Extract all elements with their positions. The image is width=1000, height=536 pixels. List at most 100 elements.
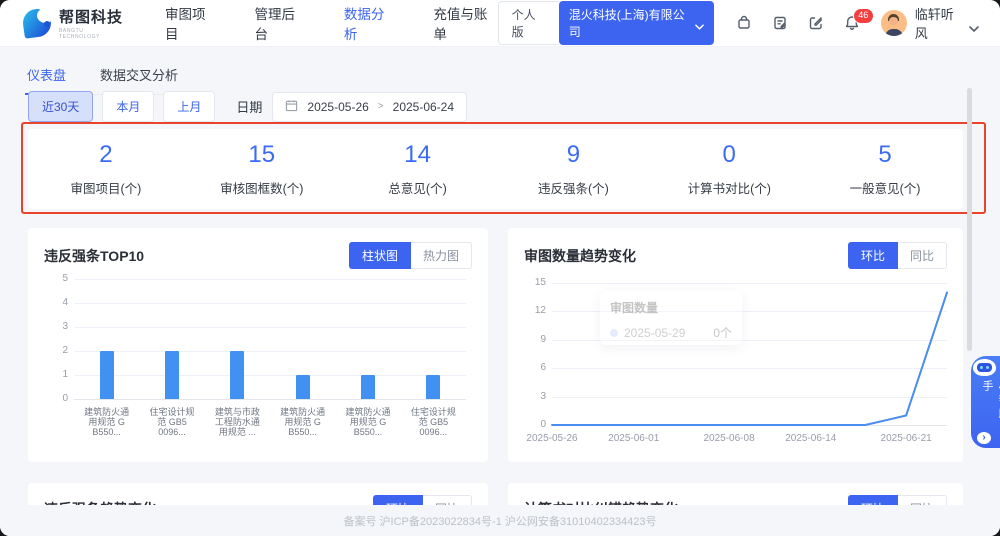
- stat-value: 0: [651, 141, 807, 169]
- quick-range-2[interactable]: 上月: [163, 91, 215, 122]
- bar-card-header: 违反强条TOP10 柱状图热力图: [28, 228, 488, 269]
- x-tick-label: 2025-06-08: [703, 433, 754, 444]
- stat-value: 9: [495, 141, 651, 169]
- chevron-down-icon: [695, 19, 704, 28]
- survey-icon[interactable]: [772, 15, 789, 32]
- y-tick-label: 2: [44, 345, 68, 356]
- nav-right: 个人版 混火科技(上海)有限公司 46: [498, 1, 978, 45]
- stat-item-5: 5一般意见(个): [807, 141, 963, 197]
- bar-chart: 012345建筑防火通用规范 GB550...住宅设计规范 GB50096...…: [44, 275, 472, 451]
- grid-line: [74, 375, 466, 376]
- stat-value: 14: [340, 141, 496, 169]
- notification-badge: 46: [853, 8, 874, 24]
- stat-label: 总意见(个): [340, 178, 496, 197]
- tab-dashboard[interactable]: 仪表盘: [25, 57, 68, 95]
- grid-line: [74, 279, 466, 280]
- bar[interactable]: [100, 351, 114, 399]
- x-tick-label: 2025-05-26: [526, 433, 577, 444]
- tooltip-value: 0个: [713, 324, 732, 341]
- stats-card: 2审图项目(个)15审核图框数(个)14总意见(个)9违反强条(个)0计算书对比…: [28, 129, 963, 209]
- stat-value: 5: [807, 141, 963, 169]
- scrollbar-thumb[interactable]: [967, 88, 972, 351]
- y-tick-label: 15: [524, 277, 546, 288]
- date-separator: >: [378, 101, 384, 112]
- grid-line: [74, 303, 466, 304]
- avatar: [881, 10, 907, 36]
- nav-menu: 审图项目管理后台数据分析充值与账单: [165, 3, 498, 43]
- grid-line: [74, 351, 466, 352]
- user-menu[interactable]: 临轩听风: [881, 4, 978, 42]
- bar-chart-card: 违反强条TOP10 柱状图热力图 012345建筑防火通用规范 GB550...…: [28, 228, 488, 462]
- quick-range-0[interactable]: 近30天: [28, 91, 93, 122]
- brand-text: 帮图科技 BANGTU TECHNOLOGY: [59, 6, 123, 40]
- stat-label: 审图项目(个): [28, 178, 184, 197]
- stat-item-3: 9 违反强条(个): [495, 141, 651, 197]
- x-tick-label: 建筑与市政工程防水通用规范 ...: [205, 407, 270, 437]
- x-tick-label: 2025-06-21: [881, 433, 932, 444]
- robot-icon: [973, 359, 996, 376]
- icon-row: 46: [736, 15, 861, 32]
- bar[interactable]: [361, 375, 375, 399]
- assistant-button[interactable]: 小帮助手 ›: [971, 356, 1000, 448]
- stat-item-0: 2 审图项目(个): [28, 141, 184, 197]
- bar-card-title: 违反强条TOP10: [44, 246, 144, 266]
- line-chart-toggle: 环比同比: [848, 242, 947, 269]
- tooltip-row: 2025-05-290个: [610, 324, 732, 341]
- quick-range-1[interactable]: 本月: [102, 91, 154, 122]
- tooltip-title: 审图数量: [610, 299, 732, 316]
- brand-name: 帮图科技: [59, 6, 123, 27]
- tab-cross-analysis[interactable]: 数据交叉分析: [98, 57, 180, 94]
- y-tick-label: 1: [44, 369, 68, 380]
- stat-label: 计算书对比(个): [651, 178, 807, 197]
- stat-value: 15: [184, 141, 340, 169]
- company-select[interactable]: 混火科技(上海)有限公司: [559, 1, 714, 45]
- quick-range-group: 近30天本月上月: [28, 91, 224, 122]
- edit-icon[interactable]: [808, 15, 825, 32]
- expand-arrow-icon: ›: [977, 432, 991, 444]
- company-name: 混火科技(上海)有限公司: [569, 6, 689, 40]
- brand-logo-icon: [22, 8, 52, 38]
- brand-subtitle: BANGTU TECHNOLOGY: [59, 28, 123, 40]
- toggle-option-1[interactable]: 同比: [898, 242, 947, 269]
- footer: 备案号 沪ICP备2023022834号-1 沪公网安备310104023344…: [0, 505, 1000, 536]
- nav-item-2[interactable]: 数据分析: [344, 3, 395, 43]
- brand[interactable]: 帮图科技 BANGTU TECHNOLOGY: [22, 6, 123, 40]
- y-tick-label: 12: [524, 305, 546, 316]
- y-tick-label: 3: [524, 391, 546, 402]
- date-start: 2025-05-26: [307, 100, 368, 114]
- line-chart-card: 审图数量趋势变化 环比同比 036912152025-05-262025-06-…: [508, 228, 963, 462]
- navbar: 帮图科技 BANGTU TECHNOLOGY 审图项目管理后台数据分析充值与账单…: [0, 0, 1000, 47]
- nav-item-1[interactable]: 管理后台: [254, 3, 305, 43]
- x-tick-label: 住宅设计规范 GB50096...: [139, 407, 204, 437]
- date-range-picker[interactable]: 2025-05-26 > 2025-06-24: [272, 92, 467, 122]
- x-tick-label: 建筑防火通用规范 GB550...: [335, 407, 400, 437]
- user-chevron-down-icon: [969, 19, 978, 28]
- bar[interactable]: [426, 375, 440, 399]
- tooltip-series-dot: [610, 329, 618, 337]
- nav-item-3[interactable]: 充值与账单: [433, 3, 497, 43]
- assistant-label: 小帮助手: [979, 380, 1000, 429]
- toggle-option-0[interactable]: 柱状图: [349, 242, 411, 269]
- nav-item-0[interactable]: 审图项目: [165, 3, 216, 43]
- bag-icon[interactable]: [736, 15, 753, 32]
- y-tick-label: 3: [44, 321, 68, 332]
- x-tick-label: 建筑防火通用规范 GB550...: [74, 407, 139, 437]
- toggle-option-1[interactable]: 热力图: [411, 242, 472, 269]
- x-tick-label: 住宅设计规范 GB50096...: [401, 407, 466, 437]
- plan-badge: 个人版: [498, 1, 559, 45]
- line-card-title: 审图数量趋势变化: [524, 246, 636, 266]
- bar[interactable]: [296, 375, 310, 399]
- bar[interactable]: [165, 351, 179, 399]
- date-label: 日期: [236, 97, 262, 116]
- tab-bar: 仪表盘 数据交叉分析: [25, 57, 180, 95]
- x-tick-label: 建筑防火通用规范 GB550...: [270, 407, 335, 437]
- toggle-option-0[interactable]: 环比: [848, 242, 898, 269]
- bell-icon[interactable]: 46: [844, 15, 861, 32]
- y-tick-label: 5: [44, 273, 68, 284]
- calendar-icon: [285, 99, 298, 115]
- y-tick-label: 6: [524, 362, 546, 373]
- page: 帮图科技 BANGTU TECHNOLOGY 审图项目管理后台数据分析充值与账单…: [0, 0, 1000, 536]
- bar[interactable]: [230, 351, 244, 399]
- stat-value: 2: [28, 141, 184, 169]
- stat-label: 违反强条(个): [495, 178, 651, 197]
